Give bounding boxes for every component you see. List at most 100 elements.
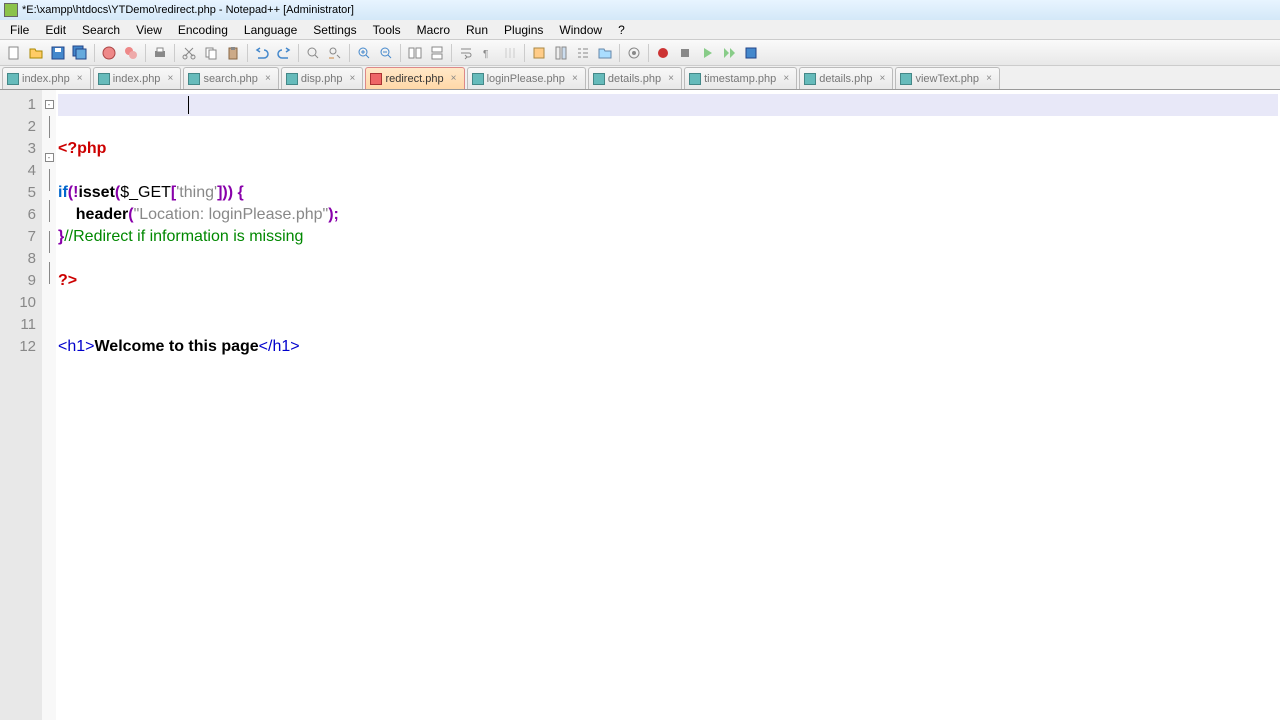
tab-label: disp.php [301, 73, 343, 85]
udl-button[interactable] [529, 43, 549, 63]
wrap-button[interactable] [456, 43, 476, 63]
tab-label: search.php [203, 73, 257, 85]
menu-window[interactable]: Window [551, 21, 610, 39]
line-number: 1 [0, 94, 36, 116]
tab-search-php[interactable]: search.php × [183, 67, 278, 89]
tab-close-icon[interactable]: × [665, 73, 677, 85]
line-number: 4 [0, 160, 36, 182]
code-line [58, 94, 1278, 116]
file-icon [472, 73, 484, 85]
copy-button[interactable] [201, 43, 221, 63]
line-number-gutter: 123456789101112 [0, 90, 42, 720]
menu-encoding[interactable]: Encoding [170, 21, 236, 39]
tab-index-php[interactable]: index.php× [93, 67, 182, 89]
cut-button[interactable] [179, 43, 199, 63]
play-button[interactable] [697, 43, 717, 63]
tab-close-icon[interactable]: × [262, 73, 274, 85]
code-line: header("Location: loginPlease.php"); [58, 204, 1278, 226]
code-editor[interactable]: <?php if(!isset($_GET['thing'])) { heade… [56, 90, 1280, 720]
replace-button[interactable] [325, 43, 345, 63]
menu-help[interactable]: ? [610, 21, 633, 39]
tab-close-icon[interactable]: × [983, 73, 995, 85]
doc-map-button[interactable] [551, 43, 571, 63]
line-number: 10 [0, 292, 36, 314]
file-icon [804, 73, 816, 85]
tab-close-icon[interactable]: × [164, 73, 176, 85]
svg-text:¶: ¶ [483, 49, 488, 60]
func-list-button[interactable] [573, 43, 593, 63]
tab-index-php[interactable]: index.php × [2, 67, 91, 89]
tab-redirect-php[interactable]: redirect.php × [365, 67, 464, 89]
tab-label: details.php [608, 73, 661, 85]
code-line: <?php [58, 138, 1278, 160]
save-all-button[interactable] [70, 43, 90, 63]
line-number: 3 [0, 138, 36, 160]
editor-area: 123456789101112 - - <?php if(!isset($_GE… [0, 90, 1280, 720]
tab-close-icon[interactable]: × [74, 73, 86, 85]
tab-close-icon[interactable]: × [569, 73, 581, 85]
tab-viewText-php[interactable]: viewText.php× [895, 67, 1000, 89]
menu-run[interactable]: Run [458, 21, 496, 39]
open-file-button[interactable] [26, 43, 46, 63]
print-button[interactable] [150, 43, 170, 63]
paste-button[interactable] [223, 43, 243, 63]
fold-icon[interactable]: - [45, 100, 54, 109]
tab-label: details.php [819, 73, 872, 85]
sync-v-button[interactable] [405, 43, 425, 63]
stop-record-button[interactable] [675, 43, 695, 63]
tab-close-icon[interactable]: × [346, 73, 358, 85]
close-button[interactable] [99, 43, 119, 63]
menu-language[interactable]: Language [236, 21, 305, 39]
code-line [58, 116, 1278, 138]
menu-edit[interactable]: Edit [37, 21, 74, 39]
sync-h-button[interactable] [427, 43, 447, 63]
line-number: 6 [0, 204, 36, 226]
save-macro-button[interactable] [741, 43, 761, 63]
zoom-in-button[interactable] [354, 43, 374, 63]
zoom-out-button[interactable] [376, 43, 396, 63]
tab-close-icon[interactable]: × [448, 73, 460, 85]
monitor-button[interactable] [624, 43, 644, 63]
file-icon [188, 73, 200, 85]
tab-details-php[interactable]: details.php × [799, 67, 893, 89]
new-file-button[interactable] [4, 43, 24, 63]
code-line: }//Redirect if information is missing [58, 226, 1278, 248]
tab-close-icon[interactable]: × [780, 73, 792, 85]
file-icon [900, 73, 912, 85]
fold-column: - - [42, 90, 56, 720]
menu-settings[interactable]: Settings [305, 21, 364, 39]
indent-guide-button[interactable] [500, 43, 520, 63]
menu-file[interactable]: File [2, 21, 37, 39]
menu-tools[interactable]: Tools [365, 21, 409, 39]
folder-button[interactable] [595, 43, 615, 63]
line-number: 7 [0, 226, 36, 248]
tab-details-php[interactable]: details.php × [588, 67, 682, 89]
close-all-button[interactable] [121, 43, 141, 63]
record-button[interactable] [653, 43, 673, 63]
show-all-chars-button[interactable]: ¶ [478, 43, 498, 63]
save-button[interactable] [48, 43, 68, 63]
file-icon [7, 73, 19, 85]
tab-label: redirect.php [385, 73, 443, 85]
tab-close-icon[interactable]: × [876, 73, 888, 85]
tab-disp-php[interactable]: disp.php× [281, 67, 364, 89]
tab-loginPlease-php[interactable]: loginPlease.php× [467, 67, 586, 89]
menu-search[interactable]: Search [74, 21, 128, 39]
redo-button[interactable] [274, 43, 294, 63]
line-number: 12 [0, 336, 36, 358]
code-line [58, 314, 1278, 336]
undo-button[interactable] [252, 43, 272, 63]
find-button[interactable] [303, 43, 323, 63]
toolbar: ¶ [0, 40, 1280, 66]
file-icon [689, 73, 701, 85]
play-multi-button[interactable] [719, 43, 739, 63]
code-line: <h1>Welcome to this page</h1> [58, 336, 1278, 358]
menu-plugins[interactable]: Plugins [496, 21, 551, 39]
menu-macro[interactable]: Macro [409, 21, 458, 39]
fold-icon[interactable]: - [45, 153, 54, 162]
tab-timestamp-php[interactable]: timestamp.php× [684, 67, 797, 89]
tab-label: index.php [22, 73, 70, 85]
line-number: 9 [0, 270, 36, 292]
code-line: if(!isset($_GET['thing'])) { [58, 182, 1278, 204]
menu-view[interactable]: View [128, 21, 170, 39]
